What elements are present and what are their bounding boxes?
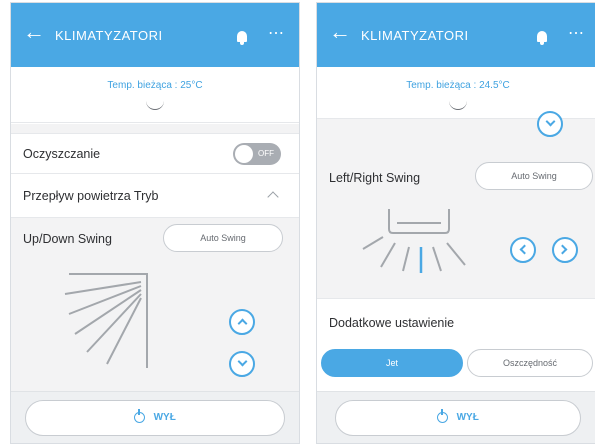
power-label: WYŁ — [456, 412, 479, 423]
app-title: KLIMATYZATORI — [55, 28, 163, 43]
swing-up-button[interactable] — [229, 309, 255, 335]
more-icon[interactable]: ⋯ — [568, 23, 585, 43]
power-icon — [437, 408, 449, 423]
jet-option-button[interactable]: Jet — [321, 349, 463, 377]
chevron-left-icon — [519, 244, 530, 255]
power-icon — [134, 408, 146, 423]
power-button[interactable]: WYŁ — [25, 400, 285, 436]
purify-label: Oczyszczanie — [23, 147, 101, 161]
bottom-bar: WYŁ — [11, 391, 299, 443]
power-label: WYŁ — [153, 412, 176, 423]
chevron-down-icon — [545, 116, 556, 127]
extra-settings-section: Dodatkowe ustawienie Jet Oszczędność — [317, 299, 595, 393]
section-divider — [11, 124, 299, 134]
more-icon[interactable]: ⋯ — [268, 23, 285, 43]
app-bar: ← KLIMATYZATORI ⋯ — [317, 3, 595, 67]
current-temperature: Temp. bieżąca : 24.5°C — [406, 80, 510, 91]
chevron-up-icon — [237, 318, 248, 329]
expand-handle-icon[interactable] — [146, 101, 164, 110]
bell-icon[interactable] — [537, 31, 547, 45]
airflow-mode-row[interactable]: Przepływ powietrza Tryb — [11, 174, 299, 218]
app-bar: ← KLIMATYZATORI ⋯ — [11, 3, 299, 67]
eco-option-label: Oszczędność — [502, 358, 558, 368]
purify-row: Oczyszczanie OFF — [11, 134, 299, 174]
chevron-up-icon[interactable] — [267, 191, 279, 203]
chevron-right-icon — [557, 244, 568, 255]
toggle-knob — [235, 145, 253, 163]
swing-down-button[interactable] — [229, 351, 255, 377]
bell-icon[interactable] — [237, 31, 247, 45]
vane-left-right-icon — [362, 209, 466, 273]
purify-toggle[interactable]: OFF — [233, 143, 281, 165]
leftright-swing-label: Left/Right Swing — [329, 171, 421, 185]
swing-right-button[interactable] — [552, 237, 578, 263]
toggle-label: OFF — [258, 149, 274, 158]
expand-handle-icon[interactable] — [449, 101, 467, 110]
swing-left-button[interactable] — [510, 237, 536, 263]
updown-swing-mode-button[interactable]: Auto Swing — [163, 224, 283, 252]
jet-option-label: Jet — [385, 358, 398, 368]
leftright-swing-mode-button[interactable]: Auto Swing — [475, 162, 593, 190]
swing-panel: Left/Right Swing Auto Swing — [317, 111, 595, 299]
swing-down-button[interactable] — [537, 111, 563, 137]
swing-panel: Up/Down Swing Auto Swing — [11, 218, 299, 393]
eco-option-button[interactable]: Oszczędność — [467, 349, 593, 377]
airflow-mode-label: Przepływ powietrza Tryb — [23, 189, 159, 203]
extra-settings-label: Dodatkowe ustawienie — [329, 316, 455, 330]
current-temperature-panel: Temp. bieżąca : 25°C — [11, 67, 299, 123]
bottom-bar: WYŁ — [317, 391, 595, 443]
leftright-swing-mode-label: Auto Swing — [511, 171, 557, 181]
updown-swing-label: Up/Down Swing — [23, 232, 112, 246]
updown-swing-mode-label: Auto Swing — [200, 233, 246, 243]
phone-screen-right: ← KLIMATYZATORI ⋯ Temp. bieżąca : 24.5°C… — [316, 2, 595, 444]
vane-up-down-icon — [64, 273, 148, 368]
current-temperature: Temp. bieżąca : 25°C — [107, 80, 203, 91]
back-arrow-icon[interactable]: ← — [23, 21, 45, 43]
power-button[interactable]: WYŁ — [335, 400, 581, 436]
chevron-down-icon — [237, 356, 248, 367]
phone-screen-left: ← KLIMATYZATORI ⋯ Temp. bieżąca : 25°C O… — [10, 2, 300, 444]
back-arrow-icon[interactable]: ← — [329, 21, 351, 43]
app-title: KLIMATYZATORI — [361, 28, 469, 43]
